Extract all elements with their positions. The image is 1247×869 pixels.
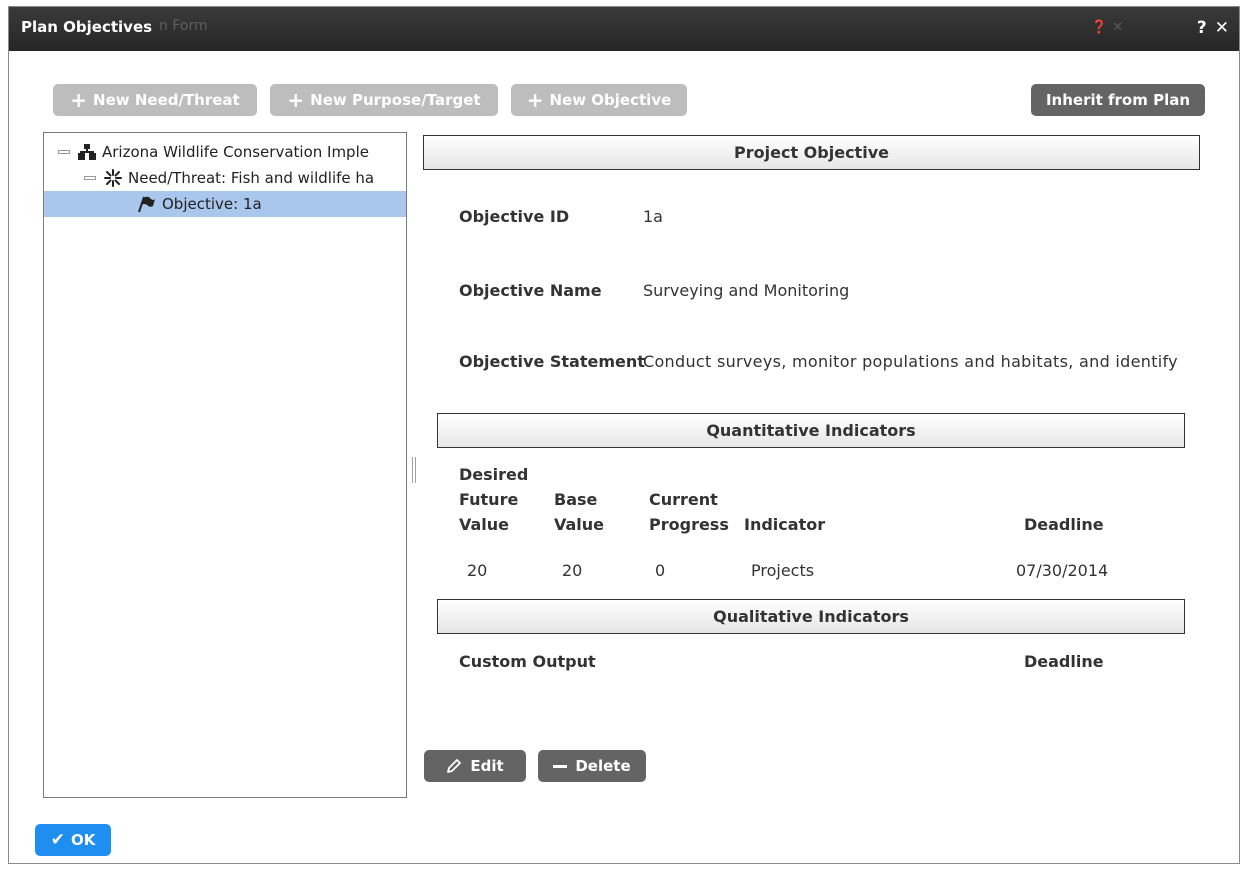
new-objective-button[interactable]: + New Objective — [511, 84, 687, 116]
new-purpose-target-button[interactable]: + New Purpose/Target — [270, 84, 498, 116]
tree-item-label: Need/Threat: Fish and wildlife ha — [128, 169, 375, 187]
ok-label: OK — [70, 831, 96, 849]
tree-item-plan[interactable]: Arizona Wildlife Conservation Imple — [58, 139, 404, 165]
new-need-threat-label: New Need/Threat — [93, 91, 240, 109]
background-window-title: n Form — [159, 18, 208, 34]
check-icon: ✔ — [50, 830, 65, 850]
panel-splitter[interactable] — [410, 457, 418, 485]
column-indicator: Indicator — [744, 515, 826, 534]
header-line: Desired — [459, 465, 529, 484]
base-value-cell: 20 — [562, 561, 583, 580]
plus-icon: + — [70, 88, 88, 112]
titlebar-icons: ? ✕ — [1197, 18, 1229, 38]
quantitative-indicators-header: Quantitative Indicators — [437, 413, 1185, 448]
header-line: Current — [649, 490, 718, 509]
tree-item-label: Objective: 1a — [162, 195, 262, 213]
delete-label: Delete — [575, 757, 631, 775]
edit-button[interactable]: Edit — [424, 750, 526, 782]
objectives-tree: Arizona Wildlife Conservation Imple Need… — [43, 132, 407, 798]
delete-button[interactable]: Delete — [538, 750, 646, 782]
help-icon[interactable]: ? — [1197, 18, 1207, 38]
collapse-icon[interactable] — [84, 176, 96, 180]
section-title: Project Objective — [734, 143, 889, 162]
objective-statement-value: Conduct surveys, monitor populations and… — [643, 352, 1178, 371]
ok-button[interactable]: ✔ OK — [35, 824, 111, 856]
section-title: Qualitative Indicators — [713, 607, 909, 626]
objective-name-value: Surveying and Monitoring — [643, 281, 850, 300]
minus-icon — [553, 764, 568, 768]
inherit-from-plan-button[interactable]: Inherit from Plan — [1031, 84, 1205, 116]
tree-item-need-threat[interactable]: Need/Threat: Fish and wildlife ha — [84, 165, 404, 191]
column-base-value: Base Value — [554, 487, 604, 537]
plus-icon: + — [526, 88, 544, 112]
new-need-threat-button[interactable]: + New Need/Threat — [53, 84, 257, 116]
column-deadline: Deadline — [1024, 515, 1104, 534]
current-progress-cell: 0 — [655, 561, 666, 580]
pencil-icon — [447, 759, 462, 773]
custom-output-label: Custom Output — [459, 652, 596, 671]
project-objective-header: Project Objective — [423, 135, 1200, 170]
plan-objectives-dialog: Plan Objectives n Form ❓ ✕ ? ✕ + New Nee… — [8, 6, 1240, 864]
header-line: Value — [554, 515, 605, 534]
new-objective-label: New Objective — [549, 91, 672, 109]
objective-id-value: 1a — [643, 207, 663, 226]
qualitative-indicators-header: Qualitative Indicators — [437, 599, 1185, 634]
plus-icon: + — [287, 88, 305, 112]
hierarchy-icon — [78, 144, 96, 160]
new-purpose-target-label: New Purpose/Target — [310, 91, 481, 109]
tree-item-objective[interactable]: Objective: 1a — [44, 191, 406, 217]
edit-label: Edit — [470, 757, 504, 775]
section-title: Quantitative Indicators — [706, 421, 916, 440]
collapse-icon[interactable] — [58, 150, 70, 154]
deadline-cell: 07/30/2014 — [1016, 561, 1109, 580]
objective-id-label: Objective ID — [459, 207, 570, 226]
column-desired-future-value: Desired Future Value — [459, 462, 528, 537]
objective-statement-label: Objective Statement — [459, 352, 645, 371]
background-window-icons: ❓ ✕ — [1091, 20, 1123, 35]
header-line: Future — [459, 490, 519, 509]
flag-icon — [138, 196, 155, 213]
tree-item-label: Arizona Wildlife Conservation Imple — [102, 143, 369, 161]
dialog-title: Plan Objectives — [21, 18, 153, 36]
column-current-progress: Current Progress — [649, 487, 729, 537]
indicator-cell: Projects — [751, 561, 815, 580]
close-icon[interactable]: ✕ — [1215, 18, 1229, 38]
dialog-titlebar: Plan Objectives n Form ❓ ✕ ? ✕ — [9, 7, 1239, 51]
header-line: Progress — [649, 515, 729, 534]
header-line: Value — [459, 515, 510, 534]
starburst-icon — [104, 169, 122, 187]
qualitative-deadline-label: Deadline — [1024, 652, 1104, 671]
header-line: Base — [554, 490, 598, 509]
desired-future-value-cell: 20 — [467, 561, 488, 580]
objective-name-label: Objective Name — [459, 281, 602, 300]
inherit-from-plan-label: Inherit from Plan — [1045, 91, 1191, 109]
